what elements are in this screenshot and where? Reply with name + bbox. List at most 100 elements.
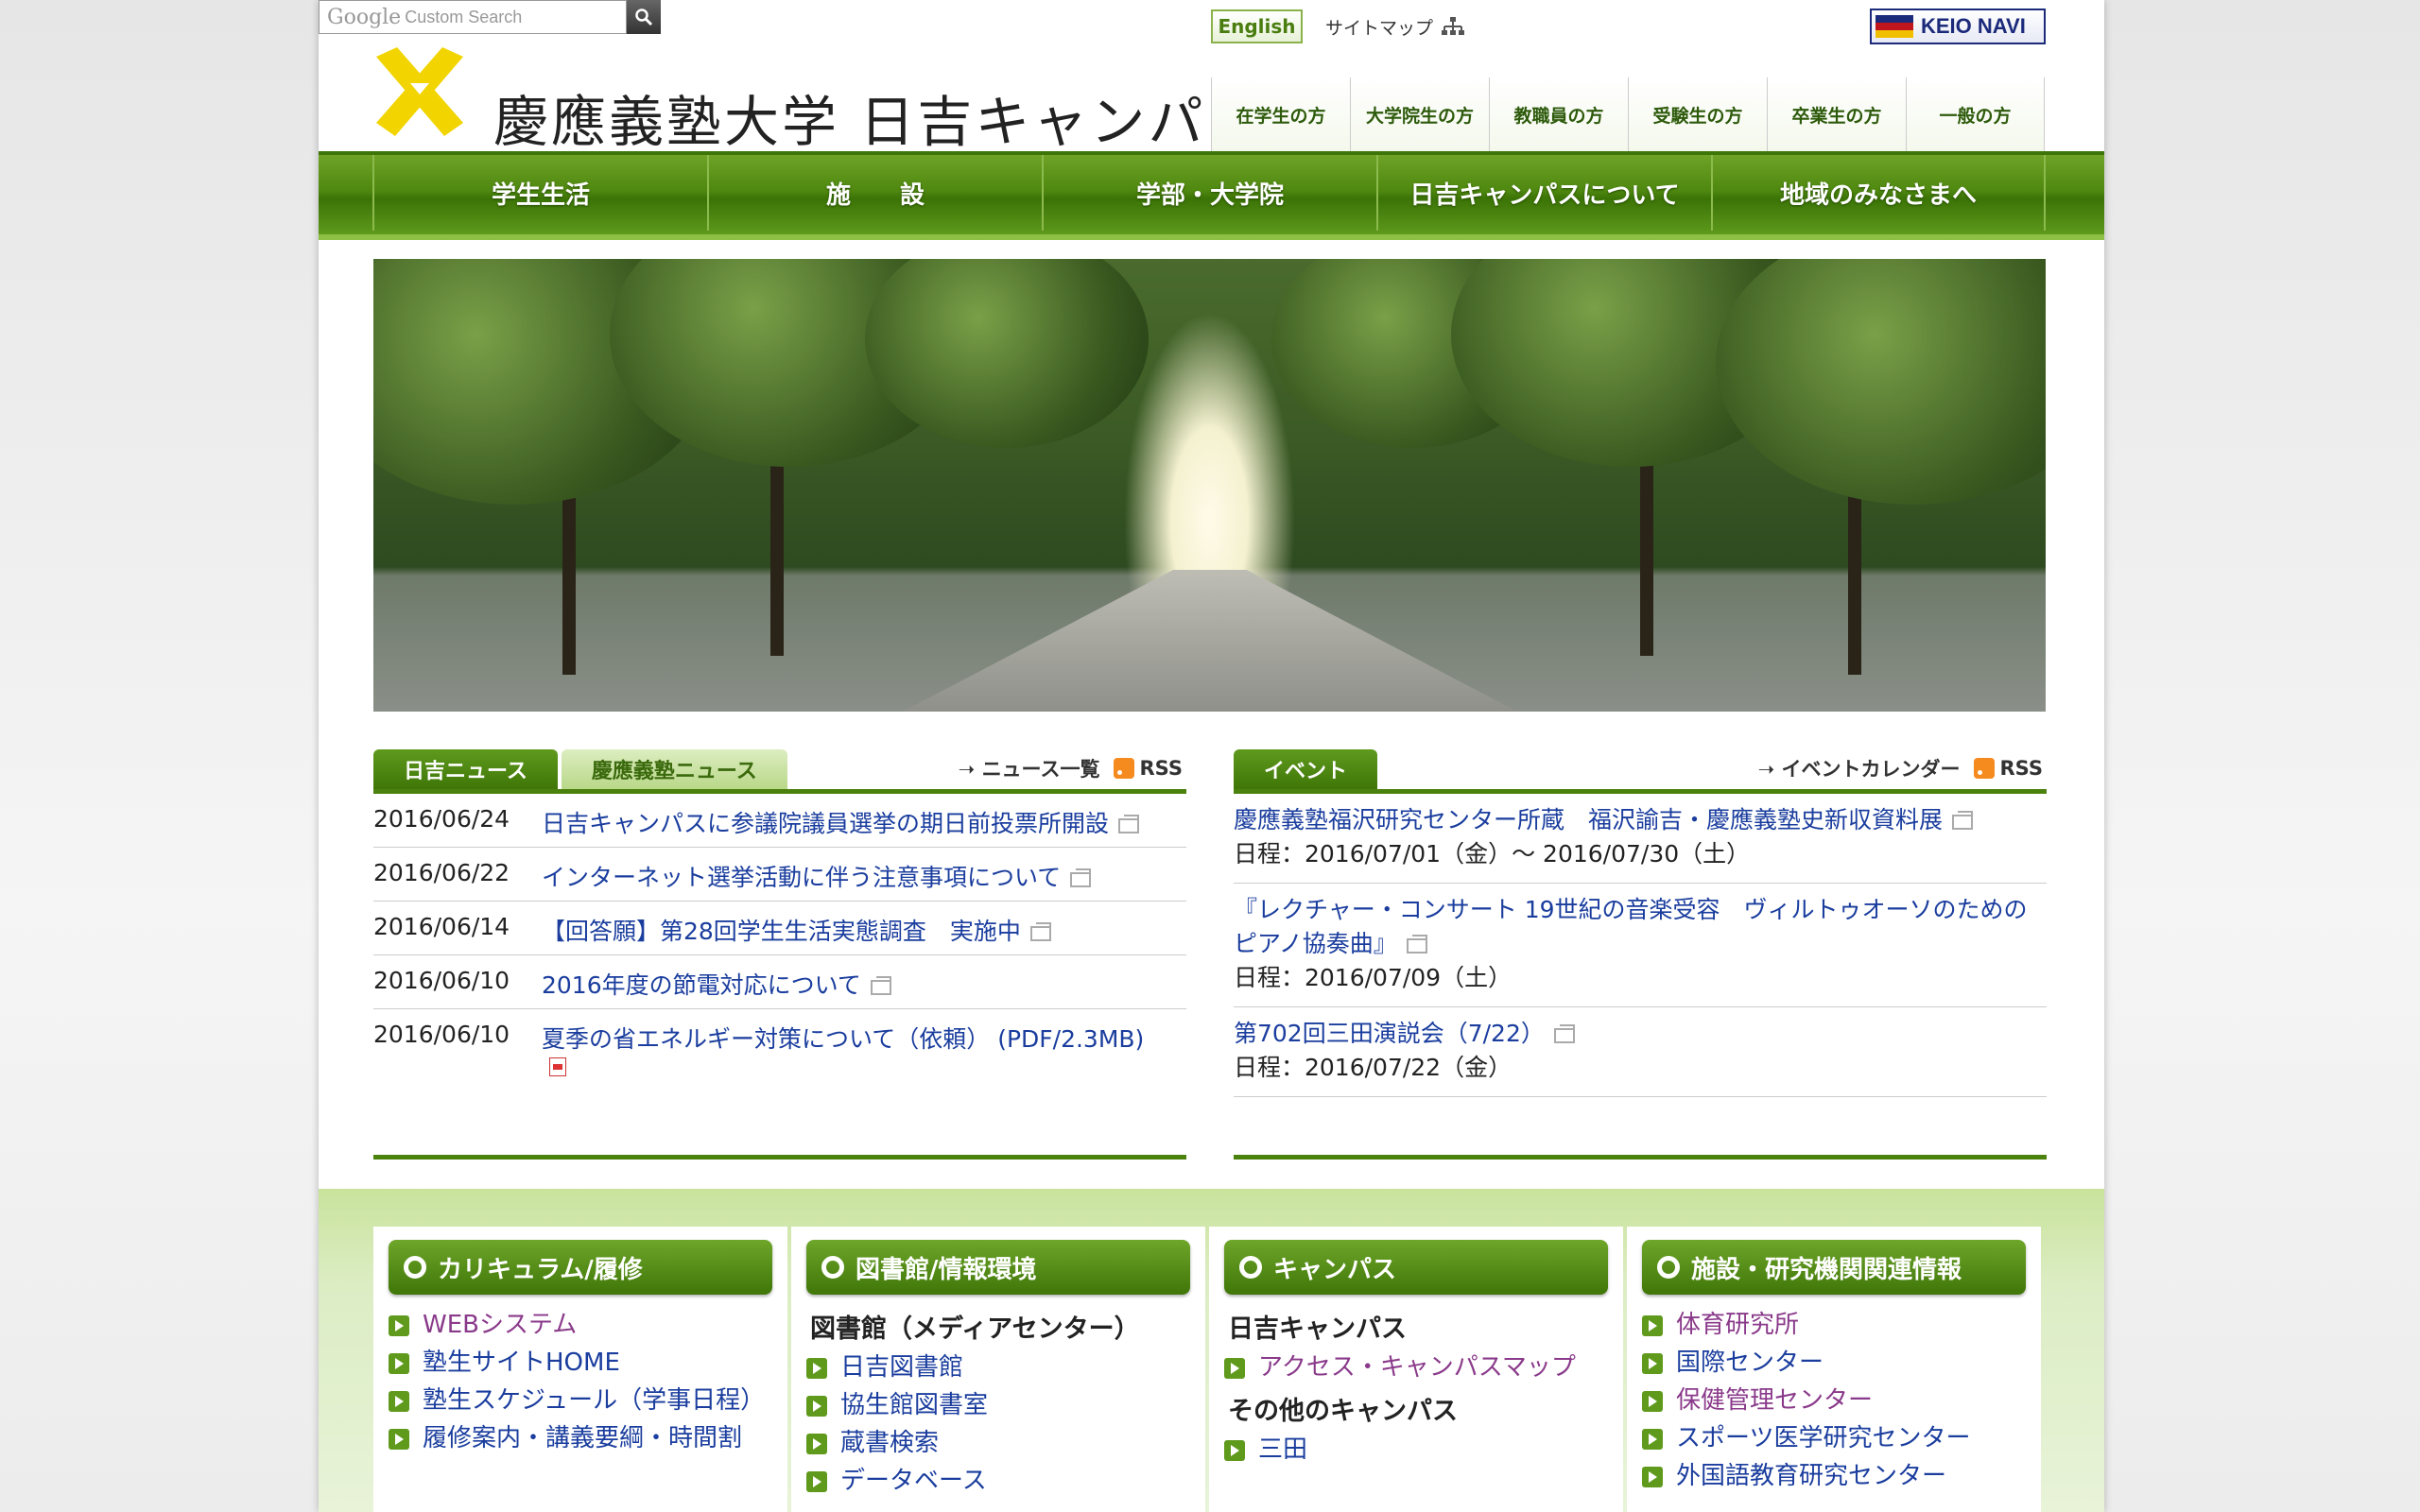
link-item[interactable]: 協生館図書室 <box>806 1388 1190 1422</box>
link-item[interactable]: スポーツ医学研究センター <box>1642 1421 2026 1455</box>
link-item[interactable]: 日吉図書館 <box>806 1350 1190 1384</box>
news-item: 2016/06/22 インターネット選挙活動に伴う注意事項について <box>373 848 1186 902</box>
external-link-icon <box>1070 868 1092 887</box>
gnav-facilities[interactable]: 施 設 <box>707 155 1042 231</box>
event-link[interactable]: 『レクチャー・コンサート 19世紀の音楽受容 ヴィルトゥオーソのための ピアノ協… <box>1234 893 2047 961</box>
audience-alumni[interactable]: 卒業生の方 <box>1767 77 1906 151</box>
rss-label: RSS <box>1139 757 1183 780</box>
arrow-icon <box>389 1429 409 1450</box>
sitemap-link[interactable]: サイトマップ <box>1325 9 1465 43</box>
event-link[interactable]: 慶應義塾福沢研究センター所蔵 福沢諭吉・慶應義塾史新収資料展 <box>1234 803 2047 837</box>
link-label: 協生館図書室 <box>840 1391 989 1419</box>
ring-icon <box>821 1256 844 1279</box>
events-links: ➝ イベントカレンダー RSS <box>1758 754 2043 782</box>
audience-public[interactable]: 一般の方 <box>1906 77 2045 151</box>
events-rss-link[interactable]: RSS <box>1973 757 2043 780</box>
arrow-icon <box>806 1471 827 1492</box>
search-icon <box>635 9 653 26</box>
link-label: 保健管理センター <box>1676 1386 1874 1415</box>
event-calendar-link[interactable]: ➝ イベントカレンダー <box>1758 754 1961 782</box>
news-link[interactable]: 【回答願】第28回学生生活実態調査 実施中 <box>542 913 1051 947</box>
page: 慶應義塾大学 日吉キャンパス English サイトマップ Google Cust… <box>319 0 2104 1512</box>
hero-tree <box>1716 259 2046 505</box>
arrow-icon <box>806 1434 827 1454</box>
news-item: 2016/06/14 【回答願】第28回学生生活実態調査 実施中 <box>373 902 1186 955</box>
arrow-icon <box>1642 1391 1663 1412</box>
event-link[interactable]: 第702回三田演説会（7/22） <box>1234 1017 2047 1051</box>
global-nav: 学生生活 施 設 学部・大学院 日吉キャンパスについて 地域のみなさまへ <box>319 151 2104 240</box>
keio-navi-button[interactable]: KEIO NAVI <box>1870 9 2046 44</box>
link-label: 日吉図書館 <box>840 1353 964 1382</box>
gnav-community[interactable]: 地域のみなさまへ <box>1711 155 2046 231</box>
column-title: 図書館/情報環境 <box>856 1255 1037 1284</box>
news-title: 夏季の省エネルギー対策について（依頼） (PDF/2.3MB) <box>542 1025 1145 1053</box>
news-list-link[interactable]: ➝ ニュース一覧 <box>959 754 1100 782</box>
pdf-icon <box>549 1057 566 1076</box>
news-links: ➝ ニュース一覧 RSS <box>959 754 1183 782</box>
news-title: 日吉キャンパスに参議院議員選挙の期日前投票所開設 <box>542 810 1110 837</box>
link-item[interactable]: 体育研究所 <box>1642 1308 2026 1342</box>
link-item[interactable]: 国際センター <box>1642 1346 2026 1380</box>
link-item[interactable]: アクセス・キャンパスマップ <box>1224 1350 1608 1384</box>
external-link-icon <box>1553 1024 1575 1043</box>
event-item: 慶應義塾福沢研究センター所蔵 福沢諭吉・慶應義塾史新収資料展 日程：2016/0… <box>1234 794 2047 884</box>
keio-flag-icon <box>1876 15 1913 38</box>
arrow-icon <box>389 1391 409 1412</box>
link-label: スポーツ医学研究センター <box>1676 1424 1971 1452</box>
search-box: Google Custom Search <box>319 0 661 34</box>
link-item[interactable]: 三田 <box>1224 1433 1608 1467</box>
events-panel: イベント ➝ イベントカレンダー RSS 慶應義塾福沢研究センター所蔵 福沢諭吉… <box>1234 748 2047 1160</box>
news-date: 2016/06/10 <box>373 1021 510 1048</box>
link-item[interactable]: 塾生サイトHOME <box>389 1346 772 1380</box>
news-rss-link[interactable]: RSS <box>1113 757 1183 780</box>
link-item[interactable]: 外国語教育研究センター <box>1642 1459 2026 1493</box>
news-link[interactable]: 2016年度の節電対応について <box>542 967 891 1001</box>
link-item[interactable]: 保健管理センター <box>1642 1383 2026 1418</box>
english-button[interactable]: English <box>1211 9 1303 43</box>
event-title: 『レクチャー・コンサート 19世紀の音楽受容 ヴィルトゥオーソのための ピアノ協… <box>1234 896 2028 957</box>
news-date: 2016/06/10 <box>373 967 510 994</box>
keio-pen-logo[interactable] <box>372 45 467 140</box>
tab-keio-news[interactable]: 慶應義塾ニュース <box>561 749 787 789</box>
search-input[interactable]: Google Custom Search <box>319 0 627 34</box>
link-columns-area: カリキュラム/履修 WEBシステム 塾生サイトHOME 塾生スケジュール（学事日… <box>319 1189 2104 1512</box>
gnav-student-life[interactable]: 学生生活 <box>372 155 707 231</box>
audience-faculty[interactable]: 教職員の方 <box>1489 77 1628 151</box>
external-link-icon <box>1406 935 1427 954</box>
event-item: 第702回三田演説会（7/22） 日程：2016/07/22（金） <box>1234 1007 2047 1097</box>
arrow-icon <box>389 1353 409 1374</box>
arrow-icon <box>389 1315 409 1336</box>
link-label: 履修案内・講義要綱・時間割 <box>423 1424 743 1452</box>
tab-events[interactable]: イベント <box>1234 749 1378 789</box>
news-title: 【回答願】第28回学生生活実態調査 実施中 <box>542 918 1021 945</box>
keio-navi-label: KEIO NAVI <box>1921 14 2026 38</box>
column-title: 施設・研究機関関連情報 <box>1691 1255 1962 1284</box>
link-label: 三田 <box>1258 1435 1308 1464</box>
gnav-faculties[interactable]: 学部・大学院 <box>1042 155 1376 231</box>
events-tabs: イベント ➝ イベントカレンダー RSS <box>1234 748 2047 794</box>
rss-icon <box>1973 758 1995 779</box>
hero-road <box>903 570 1517 712</box>
event-date: 日程：2016/07/01（金）〜 2016/07/30（土） <box>1234 840 1751 868</box>
events-list: 慶應義塾福沢研究センター所蔵 福沢諭吉・慶應義塾史新収資料展 日程：2016/0… <box>1234 794 2047 1097</box>
news-link[interactable]: 日吉キャンパスに参議院議員選挙の期日前投票所開設 <box>542 805 1140 839</box>
gnav-about-hiyoshi[interactable]: 日吉キャンパスについて <box>1376 155 1711 231</box>
link-item[interactable]: 履修案内・講義要綱・時間割 <box>389 1421 772 1455</box>
event-title: 慶應義塾福沢研究センター所蔵 福沢諭吉・慶應義塾史新収資料展 <box>1234 806 1944 833</box>
link-label: WEBシステム <box>423 1311 578 1339</box>
audience-grad-students[interactable]: 大学院生の方 <box>1350 77 1489 151</box>
news-link[interactable]: インターネット選挙活動に伴う注意事項について <box>542 859 1092 893</box>
link-item[interactable]: 塾生スケジュール（学事日程） <box>389 1383 772 1418</box>
site-title[interactable]: 慶應義塾大学 日吉キャンパス <box>493 77 1263 157</box>
column-links: WEBシステム 塾生サイトHOME 塾生スケジュール（学事日程） 履修案内・講義… <box>389 1308 772 1455</box>
audience-applicants[interactable]: 受験生の方 <box>1628 77 1767 151</box>
news-link[interactable]: 夏季の省エネルギー対策について（依頼） (PDF/2.3MB) <box>542 1021 1144 1082</box>
tab-hiyoshi-news[interactable]: 日吉ニュース <box>373 749 558 789</box>
link-item[interactable]: WEBシステム <box>389 1308 772 1342</box>
search-button[interactable] <box>627 0 661 34</box>
link-item[interactable]: 蔵書検索 <box>806 1426 1190 1460</box>
audience-students[interactable]: 在学生の方 <box>1211 77 1350 151</box>
event-title: 第702回三田演説会（7/22） <box>1234 1020 1545 1047</box>
rss-label: RSS <box>1999 757 2043 780</box>
link-item[interactable]: データベース <box>806 1464 1190 1498</box>
